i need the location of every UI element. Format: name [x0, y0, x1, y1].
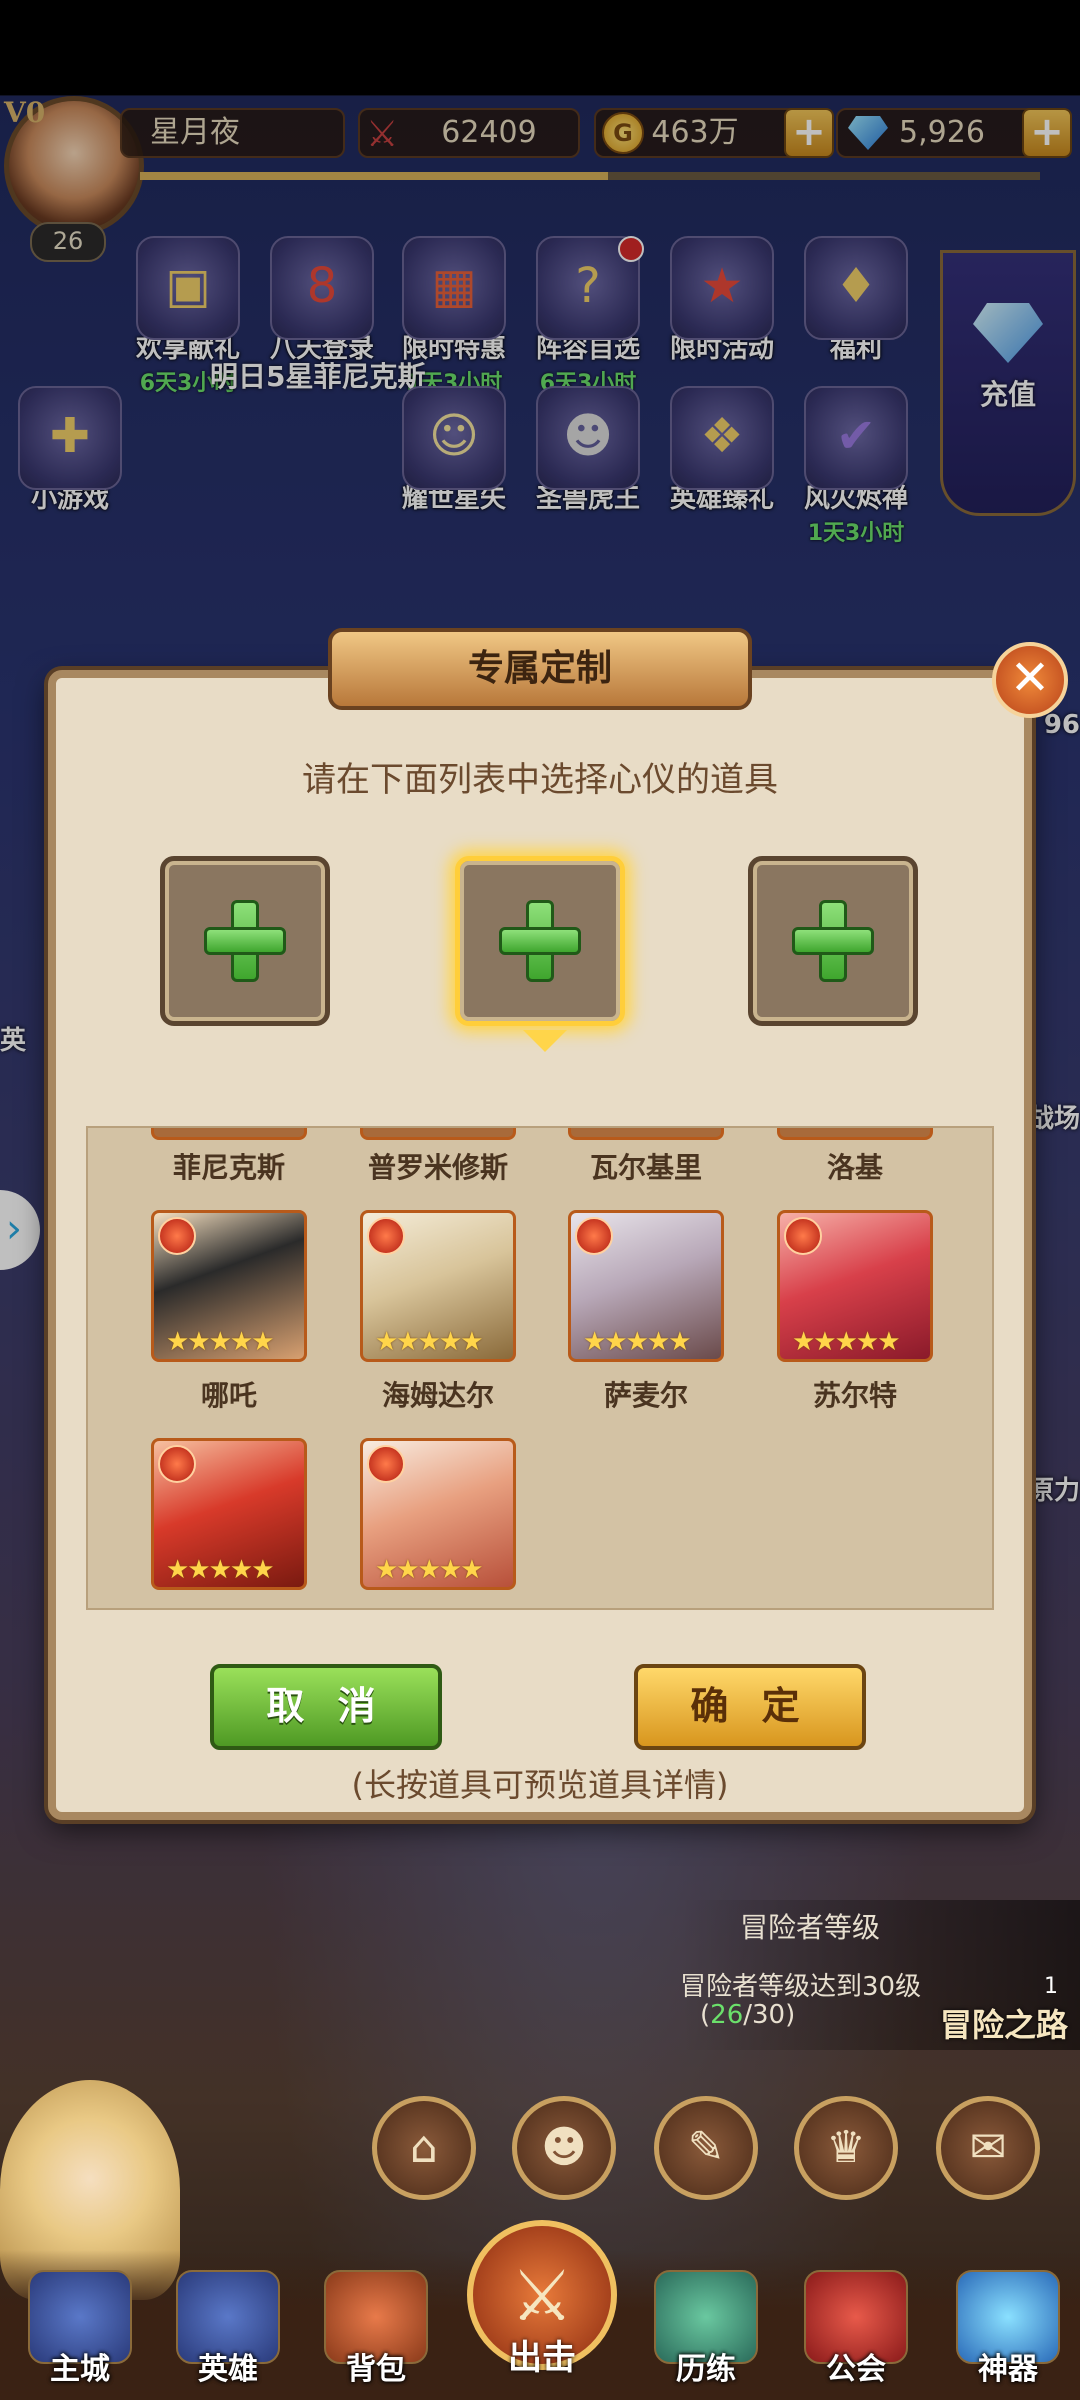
hero-name: 瓦尔基里: [589, 1151, 702, 1184]
hero-name: 赫拉娜: [358, 1602, 518, 1608]
fire-element-icon: [575, 1217, 613, 1255]
hero-card-samael[interactable]: ★★★★★: [568, 1210, 724, 1362]
adventure-road-count: 1: [1044, 1974, 1058, 1999]
close-icon: ✕: [1009, 650, 1051, 706]
fire-element-icon: [158, 1217, 196, 1255]
plus-icon: [204, 900, 286, 982]
hero-card-heimdall[interactable]: ★★★★★: [360, 1210, 516, 1362]
hero-card-nezha[interactable]: ★★★★★: [151, 1210, 307, 1362]
hero-card-ares[interactable]: ★★★★★: [151, 1438, 307, 1590]
fire-element-icon: [367, 1217, 405, 1255]
item-slot-1[interactable]: [160, 856, 330, 1026]
plus-icon: [792, 900, 874, 982]
star-rating: ★★★★★: [375, 1555, 484, 1585]
long-press-hint: (长按道具可预览道具详情): [351, 1766, 729, 1804]
hero-name: 普罗米修斯: [367, 1151, 508, 1184]
hero-card-hera[interactable]: ★★★★★: [360, 1438, 516, 1590]
star-rating: ★★★★★: [583, 1327, 692, 1357]
star-rating: ★★★★★: [792, 1327, 901, 1357]
friends-button[interactable]: ☻: [512, 2096, 616, 2200]
people-icon: ☻: [541, 2122, 587, 2173]
quest-progress: (26/30): [700, 2000, 796, 2030]
nav-training[interactable]: 历练: [646, 2270, 766, 2390]
hero-name: 阿瑞斯: [149, 1602, 309, 1608]
hero-name: 萨麦尔: [603, 1379, 688, 1412]
plus-icon: [499, 900, 581, 982]
item-slot-3[interactable]: [748, 856, 918, 1026]
adventure-road-label[interactable]: 冒险之路: [940, 2000, 1068, 2046]
house-icon: ⌂: [410, 2122, 438, 2173]
nav-main-city[interactable]: 主城: [20, 2270, 140, 2390]
home-button[interactable]: ⌂: [372, 2096, 476, 2200]
nav-backpack[interactable]: 背包: [316, 2270, 436, 2390]
nav-attack[interactable]: ⚔ 出击: [462, 2220, 622, 2400]
nav-heroes[interactable]: 英雄: [168, 2270, 288, 2390]
hero-name: 洛基: [826, 1151, 883, 1184]
hero-item-list[interactable]: 菲尼克斯 普罗米修斯 瓦尔基里 洛基 ★★★★★ ★★★★★ ★★★★★ ★★★…: [86, 1126, 994, 1610]
star-rating: ★★★★★: [166, 1327, 275, 1357]
nav-guild[interactable]: 公会: [796, 2270, 916, 2390]
star-rating: ★★★★★: [375, 1327, 484, 1357]
hero-card[interactable]: [777, 1128, 933, 1140]
hero-name: 苏尔特: [812, 1379, 897, 1412]
confirm-button[interactable]: 确 定: [634, 1664, 866, 1750]
fire-element-icon: [158, 1445, 196, 1483]
notepad-icon: ✎: [687, 2122, 725, 2173]
hero-card[interactable]: [360, 1128, 516, 1140]
quest-description: 冒险者等级达到30级: [680, 1972, 922, 2002]
star-rating: ★★★★★: [166, 1555, 275, 1585]
trophy-icon: ♛: [826, 2122, 866, 2173]
hero-card[interactable]: [568, 1128, 724, 1140]
hero-name: 海姆达尔: [381, 1379, 494, 1412]
hero-card-surtr[interactable]: ★★★★★: [777, 1210, 933, 1362]
selection-pointer: [523, 1030, 567, 1052]
mail-button[interactable]: ✉: [936, 2096, 1040, 2200]
tasks-button[interactable]: ✎: [654, 2096, 758, 2200]
envelope-icon: ✉: [969, 2122, 1007, 2173]
rank-button[interactable]: ♛: [794, 2096, 898, 2200]
hero-name: 哪吒: [200, 1379, 257, 1412]
hero-name: 菲尼克斯: [172, 1151, 285, 1184]
dialog-title: 专属定制: [328, 628, 752, 710]
dialog-subtitle: 请在下面列表中选择心仪的道具: [302, 760, 778, 800]
fire-element-icon: [784, 1217, 822, 1255]
hero-card[interactable]: [151, 1128, 307, 1140]
cancel-button[interactable]: 取 消: [210, 1664, 442, 1750]
close-button[interactable]: ✕: [992, 642, 1068, 718]
item-slot-2[interactable]: [455, 856, 625, 1026]
quest-title: 冒险者等级: [740, 1911, 881, 1944]
nav-artifact[interactable]: 神器: [948, 2270, 1068, 2390]
fire-element-icon: [367, 1445, 405, 1483]
